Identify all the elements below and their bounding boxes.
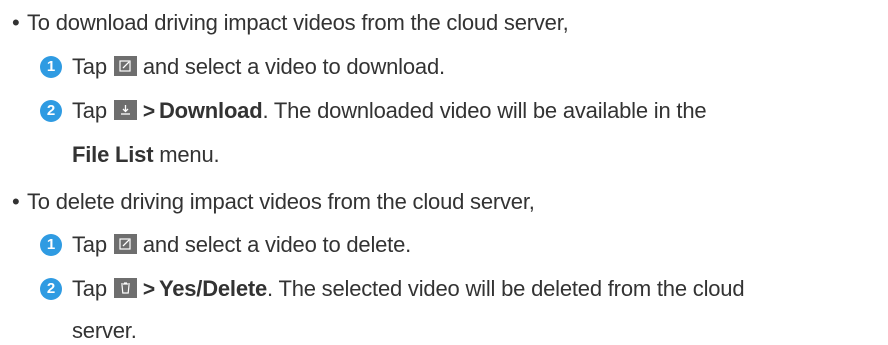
- step-number: 2: [40, 100, 62, 122]
- step-instruction: . The downloaded video will be available…: [262, 98, 707, 123]
- step-tap-label: Tap: [72, 276, 107, 301]
- step-tap-label: Tap: [72, 54, 107, 79]
- delete-intro: • To delete driving impact videos from th…: [12, 189, 535, 215]
- step-tap-label: Tap: [72, 98, 107, 123]
- bullet-dot: •: [12, 10, 20, 35]
- arrow-separator: >: [142, 100, 155, 123]
- download-step-2-continuation: File List menu.: [72, 142, 220, 168]
- step-text: Tap and select a video to download.: [72, 54, 445, 80]
- file-list-label: File List: [72, 142, 154, 167]
- yes-delete-label: Yes/Delete: [158, 276, 268, 301]
- download-intro-text: To download driving impact videos from t…: [27, 10, 569, 35]
- delete-step-2-continuation: server.: [72, 318, 137, 344]
- step-instruction: and select a video to download.: [142, 54, 445, 79]
- step-instruction-continued: menu.: [159, 142, 220, 167]
- instructions-document: • To download driving impact videos from …: [0, 0, 888, 345]
- trash-icon: [113, 278, 137, 298]
- edit-icon: [113, 56, 137, 76]
- step-number: 1: [40, 234, 62, 256]
- step-instruction-continued: server.: [72, 318, 137, 343]
- bullet-dot: •: [12, 189, 20, 214]
- step-instruction: . The selected video will be deleted fro…: [267, 276, 745, 301]
- step-text: Tap > Yes/Delete. The selected video will …: [72, 276, 745, 303]
- step-tap-label: Tap: [72, 232, 107, 257]
- download-intro: • To download driving impact videos from …: [12, 10, 569, 36]
- step-number: 2: [40, 278, 62, 300]
- delete-intro-text: To delete driving impact videos from the…: [27, 189, 535, 214]
- download-icon: [113, 100, 137, 120]
- step-text: Tap and select a video to delete.: [72, 232, 411, 258]
- step-number: 1: [40, 56, 62, 78]
- step-text: Tap > Download. The downloaded video will …: [72, 98, 707, 125]
- arrow-separator: >: [142, 278, 155, 301]
- download-menu-label: Download: [158, 98, 263, 123]
- step-instruction: and select a video to delete.: [142, 232, 412, 257]
- edit-icon: [113, 234, 137, 254]
